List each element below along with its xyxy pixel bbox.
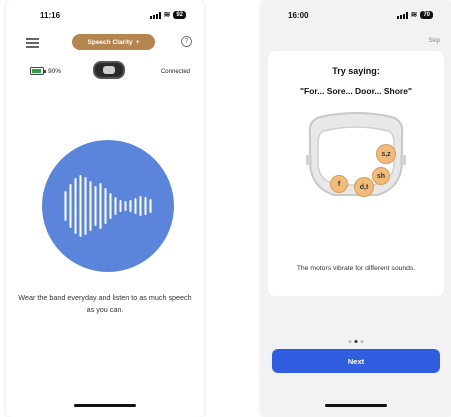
status-icons: ≋ 70 [396,10,433,19]
page-indicator [348,340,364,343]
wave-bar [144,197,147,215]
status-icons: ≋ 92 [149,10,186,19]
signal-icon [396,11,408,19]
home-indicator[interactable] [74,404,136,407]
card-title: Try saying: [332,66,380,76]
wave-bar [129,200,132,212]
battery-icon [30,67,46,75]
sound-dot-s-z: s,z [376,144,396,164]
wave-bar [109,193,112,219]
wave-bar [89,181,92,231]
mode-select-button[interactable]: Speech Clarity + [72,34,155,50]
wave-bar [114,197,117,215]
wave-bar [134,198,137,214]
tutorial-card: Try saying: "For... Sore... Door... Shor… [268,51,444,296]
onboarding-screen: 16:00 ≋ 70 Skip Try saying: "For... Sore… [261,0,451,417]
next-button[interactable]: Next [272,349,440,373]
page-dot [348,340,352,343]
wave-bar [119,200,122,212]
menu-icon[interactable] [26,38,39,50]
status-time: 11:16 [40,11,61,20]
wave-bar [94,186,97,226]
screenshot-stage: 11:16 ≋ 92 Speech Clarity + ? 90% Connec… [0,0,451,417]
sound-dot-d-t: d,t [354,177,374,197]
help-icon[interactable]: ? [181,36,192,47]
page-dot [354,340,358,343]
wave-bar [84,177,87,235]
device-battery: 90% [30,67,61,75]
status-bar: 16:00 ≋ 70 [261,10,451,24]
status-time: 16:00 [288,11,309,20]
band-image [93,61,125,79]
home-screen: 11:16 ≋ 92 Speech Clarity + ? 90% Connec… [6,0,204,417]
battery-percent: 90% [48,67,62,75]
wave-bar [74,178,77,234]
waveform-icon [64,175,152,237]
battery-status-icon: 70 [420,11,433,19]
mode-chevron-icon: + [135,38,140,46]
instruction-text: Wear the band everyday and listen to as … [18,293,192,314]
wave-bar [139,196,142,216]
wave-bar [99,183,102,229]
home-indicator[interactable] [325,404,387,407]
example-phrase: "For... Sore... Door... Shore" [300,86,412,96]
vibrate-description: The motors vibrate for different sounds. [296,265,416,272]
wave-bar [104,188,107,224]
wave-bar [69,184,72,228]
wave-bar [79,175,82,237]
wave-bar [124,201,127,211]
connection-status: Connected [160,69,190,75]
status-bar: 11:16 ≋ 92 [6,10,204,24]
speech-circle [42,140,174,272]
sound-dot-sh: sh [372,167,390,185]
mode-label: Speech Clarity [87,38,133,46]
wifi-icon: ≋ [410,10,418,19]
wave-bar [149,199,152,213]
sound-dot-f: f [330,175,348,193]
wifi-icon: ≋ [163,10,171,19]
page-dot [360,340,364,343]
battery-status-icon: 92 [173,11,186,19]
wave-bar [64,191,67,221]
skip-button[interactable]: Skip [428,38,440,44]
battery-fill [32,69,41,73]
signal-icon [149,11,161,19]
